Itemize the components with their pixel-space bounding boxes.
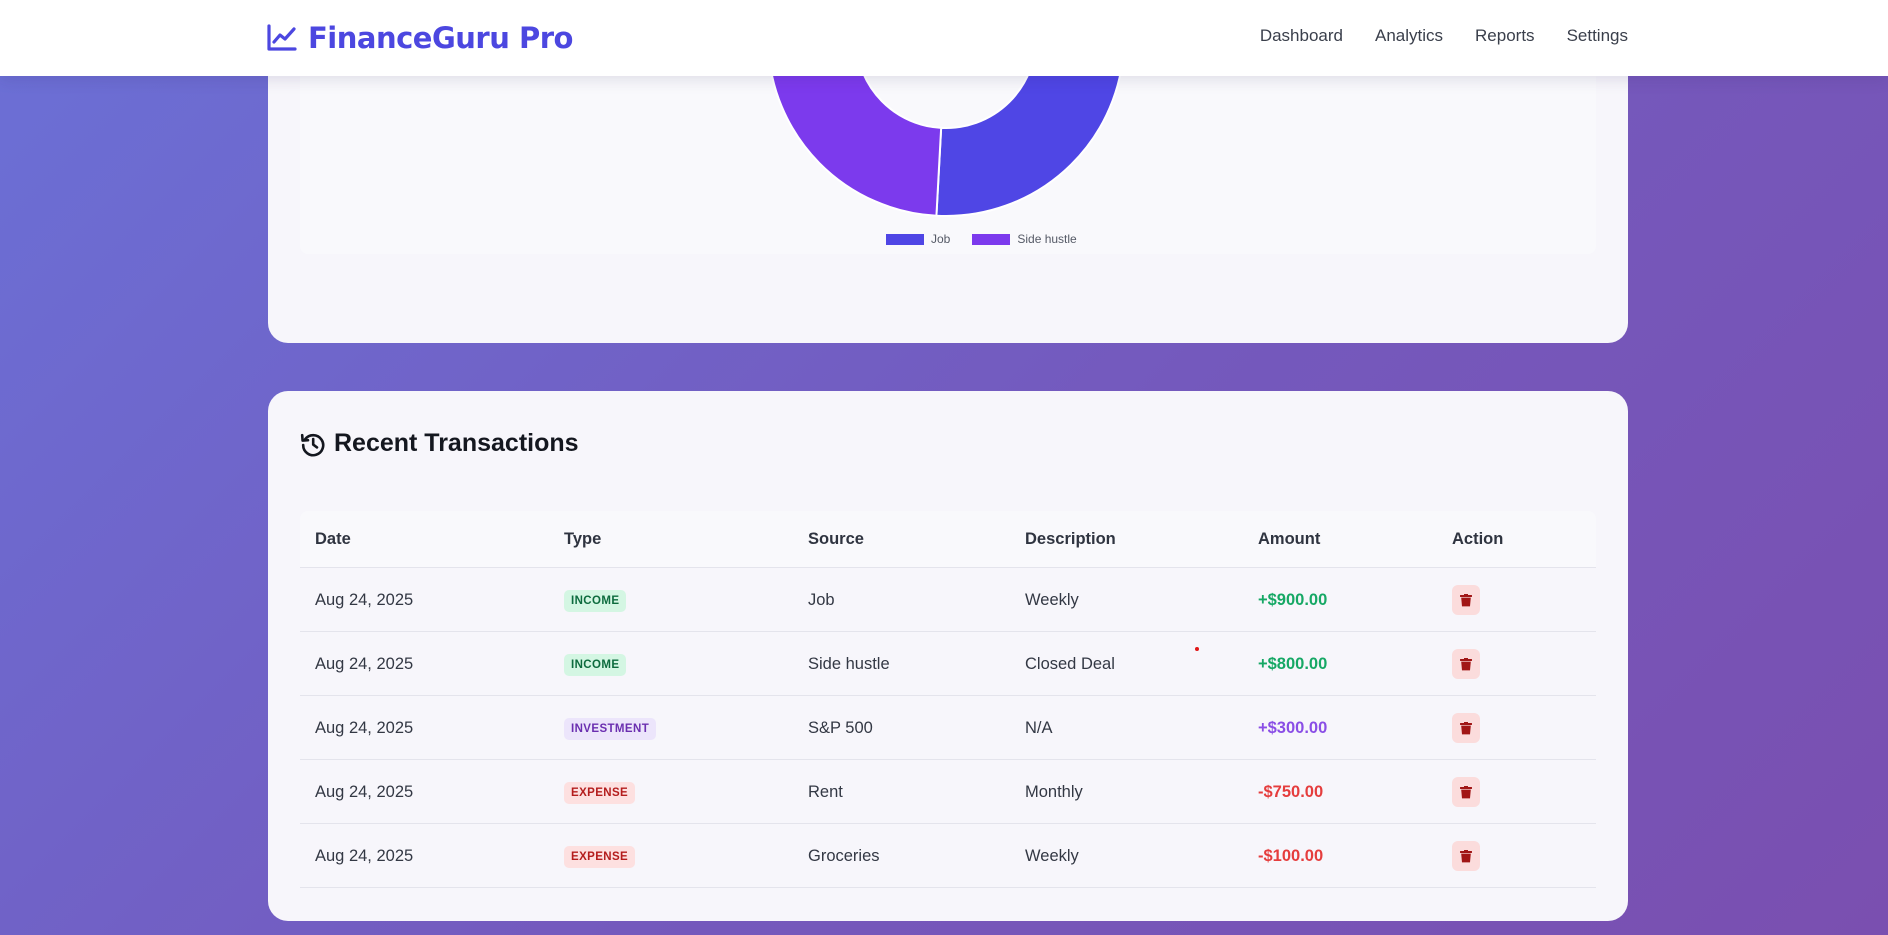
trash-icon <box>1460 721 1472 734</box>
cell-type: INVESTMENT <box>564 696 657 760</box>
type-badge: INCOME <box>564 589 627 612</box>
legend-item-side-hustle[interactable]: Side hustle <box>972 232 1077 246</box>
trash-icon <box>1460 657 1472 670</box>
cell-date: Aug 24, 2025 <box>315 591 414 609</box>
nav-link-dashboard[interactable]: Dashboard <box>1260 24 1343 48</box>
delete-button[interactable] <box>1452 713 1480 743</box>
nav-link-settings[interactable]: Settings <box>1567 24 1628 48</box>
section-title: Recent Transactions <box>334 429 579 457</box>
table-row: Aug 24, 2025 EXPENSE Groceries Weekly -$… <box>300 824 1596 888</box>
table-header: Date Type Source Description Amount Acti… <box>300 511 1596 568</box>
brand-name: FinanceGuru Pro <box>308 21 573 55</box>
legend-label: Side hustle <box>1017 232 1077 246</box>
nav-link-analytics[interactable]: Analytics <box>1375 24 1443 48</box>
column-header-amount: Amount <box>1258 530 1321 548</box>
main-nav: Dashboard Analytics Reports Settings <box>1260 24 1628 48</box>
cell-source: Rent <box>808 783 843 801</box>
cell-description: Weekly <box>1025 591 1079 609</box>
table-row: Aug 24, 2025 EXPENSE Rent Monthly -$750.… <box>300 760 1596 824</box>
cell-description: Closed Deal <box>1025 655 1115 673</box>
history-icon <box>300 433 325 456</box>
trash-icon <box>1460 785 1472 798</box>
cell-amount: -$100.00 <box>1258 847 1324 865</box>
cursor-marker <box>1195 647 1199 651</box>
column-header-date: Date <box>315 530 351 548</box>
delete-button[interactable] <box>1452 841 1480 871</box>
cell-type: EXPENSE <box>564 760 636 824</box>
type-badge: EXPENSE <box>564 781 636 804</box>
transactions-table: Date Type Source Description Amount Acti… <box>300 511 1596 888</box>
column-header-description: Description <box>1025 530 1116 548</box>
cell-description: N/A <box>1025 719 1053 737</box>
cell-description: Weekly <box>1025 847 1079 865</box>
cell-date: Aug 24, 2025 <box>315 847 414 865</box>
cell-source: Job <box>808 591 835 609</box>
cell-source: S&P 500 <box>808 719 873 737</box>
brand-logo[interactable]: FinanceGuru Pro <box>266 20 573 56</box>
top-navbar: FinanceGuru Pro Dashboard Analytics Repo… <box>0 0 1888 76</box>
table-row: Aug 24, 2025 INCOME Job Weekly +$900.00 <box>300 568 1596 632</box>
cell-date: Aug 24, 2025 <box>315 719 414 737</box>
trash-icon <box>1460 849 1472 862</box>
nav-link-reports[interactable]: Reports <box>1475 24 1535 48</box>
cell-date: Aug 24, 2025 <box>315 783 414 801</box>
delete-button[interactable] <box>1452 585 1480 615</box>
legend-item-job[interactable]: Job <box>886 232 950 246</box>
trash-icon <box>1460 593 1472 606</box>
legend-label: Job <box>931 232 951 246</box>
cell-source: Groceries <box>808 847 880 865</box>
table-row: Aug 24, 2025 INVESTMENT S&P 500 N/A +$30… <box>300 696 1596 760</box>
column-header-source: Source <box>808 530 864 548</box>
cell-amount: +$300.00 <box>1258 719 1328 737</box>
type-badge: INCOME <box>564 653 627 676</box>
cell-amount: +$800.00 <box>1258 655 1328 673</box>
cell-source: Side hustle <box>808 655 890 673</box>
type-badge: INVESTMENT <box>564 717 657 740</box>
legend-swatch <box>886 233 924 245</box>
delete-button[interactable] <box>1452 777 1480 807</box>
column-header-type: Type <box>564 530 602 548</box>
section-header: Recent Transactions <box>300 429 579 458</box>
chart-line-icon <box>267 24 297 51</box>
cell-amount: +$900.00 <box>1258 591 1328 609</box>
legend-swatch <box>972 233 1011 245</box>
type-badge: EXPENSE <box>564 845 636 868</box>
cell-date: Aug 24, 2025 <box>315 655 414 673</box>
recent-transactions-card: Recent Transactions Date Type Source Des… <box>268 391 1628 921</box>
cell-description: Monthly <box>1025 783 1083 801</box>
delete-button[interactable] <box>1452 649 1480 679</box>
cell-type: EXPENSE <box>564 824 636 888</box>
chart-legend: Job Side hustle <box>886 232 1077 246</box>
column-header-action: Action <box>1452 530 1504 548</box>
table-row: Aug 24, 2025 INCOME Side hustle Closed D… <box>300 632 1596 696</box>
cell-type: INCOME <box>564 568 627 632</box>
cell-type: INCOME <box>564 632 627 696</box>
cell-amount: -$750.00 <box>1258 783 1324 801</box>
